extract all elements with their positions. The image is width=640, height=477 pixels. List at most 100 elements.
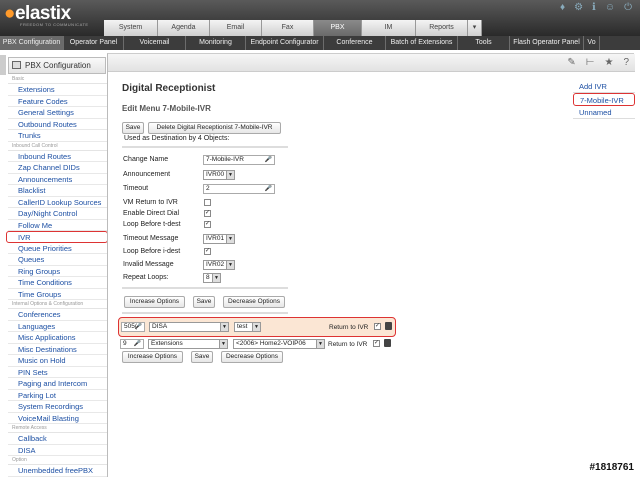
sidebar-item-unembedded-freepbx[interactable]: Unembedded freePBX [8, 465, 108, 477]
decrease-options-button-bottom[interactable]: Decrease Options [221, 351, 283, 363]
sidebar-item-paging-intercom[interactable]: Paging and Intercom [8, 378, 108, 390]
sidebar-item-outbound-routes[interactable]: Outbound Routes [8, 119, 108, 130]
delete-ivr-button[interactable]: Delete Digital Receptionist 7-Mobile-IVR [148, 122, 281, 134]
divider [122, 287, 288, 289]
vm-return-checkbox[interactable] [204, 199, 211, 206]
logo-text: elastix [14, 3, 71, 24]
direct-dial-checkbox[interactable]: ✓ [204, 210, 211, 217]
subnav-pbx-configuration[interactable]: PBX Configuration [0, 36, 64, 50]
sidebar-item-extensions[interactable]: Extensions [8, 84, 108, 96]
subnav-voip[interactable]: Vo [584, 36, 600, 50]
tab-reports[interactable]: Reports [416, 20, 468, 36]
sidebar-item-feature-codes[interactable]: Feature Codes [8, 96, 108, 107]
timeout-message-label: Timeout Message [123, 235, 179, 242]
sidebar-item-ivr[interactable]: IVR [6, 231, 108, 243]
sidebar-item-follow-me[interactable]: Follow Me [8, 220, 108, 231]
used-by-text: Used as Destination by 4 Objects: [124, 135, 230, 142]
sidebar-item-general-settings[interactable]: General Settings [8, 107, 108, 119]
save-options-button-bottom[interactable]: Save [191, 351, 213, 363]
subnav-monitoring[interactable]: Monitoring [186, 36, 246, 50]
sidebar-item-trunks[interactable]: Trunks [8, 130, 108, 142]
subnav-flash-operator-panel[interactable]: Flash Operator Panel [510, 36, 584, 50]
drop-icon[interactable]: ♦ [560, 2, 565, 13]
star-icon[interactable]: ★ [604, 57, 613, 68]
add-ivr-link[interactable]: Add IVR [573, 80, 635, 93]
ivr-item-unnamed[interactable]: Unnamed [573, 106, 635, 119]
sidebar-item-zap-channel-dids[interactable]: Zap Channel DIDs [8, 162, 108, 174]
dropdown-arrow-icon: ▼ [220, 323, 228, 331]
loop-t-dest-checkbox[interactable]: ✓ [204, 221, 211, 228]
entry-2-type-select[interactable]: Extensions ▼ [148, 339, 228, 349]
loop-i-dest-checkbox[interactable]: ✓ [204, 248, 211, 255]
subnav-operator-panel[interactable]: Operator Panel [64, 36, 124, 50]
chevron-down-icon[interactable]: ▾ [468, 20, 482, 36]
sidebar-item-inbound-routes[interactable]: Inbound Routes [8, 151, 108, 162]
divider [122, 312, 288, 314]
sidebar-item-callback[interactable]: Callback [8, 433, 108, 445]
sidebar-item-system-recordings[interactable]: System Recordings [8, 401, 108, 413]
sidebar-item-voicemail-blasting[interactable]: VoiceMail Blasting [8, 413, 108, 424]
entry-2-digits-input[interactable]: 9 🎤 [120, 339, 144, 349]
entry-1-dest-select[interactable]: test ▼ [234, 322, 261, 332]
sidebar-item-time-groups[interactable]: Time Groups [8, 289, 108, 300]
sidebar-category: Inbound Call Control [8, 142, 108, 151]
sidebar-item-misc-applications[interactable]: Misc Applications [8, 332, 108, 344]
save-button[interactable]: Save [122, 122, 144, 134]
entry-2-return-checkbox[interactable]: ✓ [373, 340, 380, 347]
tab-im[interactable]: IM [362, 20, 416, 36]
sidebar-item-day-night-control[interactable]: Day/Night Control [8, 208, 108, 220]
invalid-message-select[interactable]: IVR02 ▼ [203, 260, 235, 270]
change-name-input[interactable]: 7-Mobile-IVR 🎤 [203, 155, 275, 165]
sidebar-item-languages[interactable]: Languages [8, 321, 108, 332]
sidebar-item-callerid-lookup[interactable]: CallerID Lookup Sources [8, 197, 108, 208]
sidebar-item-blacklist[interactable]: Blacklist [8, 185, 108, 197]
gear-icon[interactable]: ⚙ [574, 2, 583, 13]
announcement-select[interactable]: IVR00 ▼ [203, 170, 235, 180]
sidebar-item-conferences[interactable]: Conferences [8, 309, 108, 321]
info-icon[interactable]: ℹ [592, 2, 596, 13]
tab-fax[interactable]: Fax [262, 20, 314, 36]
edit-icon[interactable]: ✎ [567, 57, 575, 68]
save-options-button-top[interactable]: Save [193, 296, 215, 308]
tab-pbx[interactable]: PBX [314, 20, 362, 36]
timeout-message-select[interactable]: IVR01 ▼ [203, 234, 235, 244]
tab-system[interactable]: System [104, 20, 158, 36]
increase-options-button-top[interactable]: Increase Options [124, 296, 185, 308]
dropdown-arrow-icon: ▼ [226, 235, 234, 243]
subnav-endpoint-configurator[interactable]: Endpoint Configurator [246, 36, 324, 50]
subnav-voicemail[interactable]: Voicemail [124, 36, 186, 50]
ivr-item-7-mobile-ivr[interactable]: 7-Mobile-IVR [573, 93, 635, 106]
subnav-conference[interactable]: Conference [324, 36, 386, 50]
logout-icon[interactable]: ⏻ [624, 2, 632, 13]
subnav-tools[interactable]: Tools [458, 36, 510, 50]
increase-options-button-bottom[interactable]: Increase Options [122, 351, 183, 363]
help-icon[interactable]: ? [623, 57, 629, 68]
repeat-loops-select[interactable]: 8 ▼ [203, 273, 221, 283]
sidebar-item-music-on-hold[interactable]: Music on Hold [8, 355, 108, 367]
entry-1-type-select[interactable]: DISA ▼ [149, 322, 229, 332]
entry-2-dest-select[interactable]: <2006> Home2-VOIP06 ▼ [233, 339, 325, 349]
sidebar-item-queue-priorities[interactable]: Queue Priorities [8, 243, 108, 254]
entry-1-digits-input[interactable]: 505(🎤 [121, 322, 145, 332]
sidebar-item-disa[interactable]: DISA [8, 445, 108, 456]
sidebar-toggle[interactable] [0, 55, 6, 75]
user-icon[interactable]: ☺ [605, 2, 615, 13]
sidebar-item-ring-groups[interactable]: Ring Groups [8, 266, 108, 277]
decrease-options-button-top[interactable]: Decrease Options [223, 296, 285, 308]
tab-agenda[interactable]: Agenda [158, 20, 210, 36]
sidebar-item-time-conditions[interactable]: Time Conditions [8, 277, 108, 289]
announcement-label: Announcement [123, 171, 171, 178]
entry-2-trash-icon[interactable] [384, 339, 391, 347]
sidebar-item-pin-sets[interactable]: PIN Sets [8, 367, 108, 378]
timeout-input[interactable]: 2 🎤 [203, 184, 275, 194]
history-icon[interactable]: ⊢ [586, 57, 595, 68]
tab-email[interactable]: Email [210, 20, 262, 36]
entry-1-trash-icon[interactable] [385, 322, 392, 330]
subnav-batch-of-extensions[interactable]: Batch of Extensions [386, 36, 458, 50]
sidebar-item-parking-lot[interactable]: Parking Lot [8, 390, 108, 401]
logo-tagline: FREEDOM TO COMMUNICATE [20, 22, 89, 27]
entry-1-return-checkbox[interactable]: ✓ [374, 323, 381, 330]
sidebar-item-queues[interactable]: Queues [8, 254, 108, 266]
sidebar-item-misc-destinations[interactable]: Misc Destinations [8, 344, 108, 355]
sidebar-item-announcements[interactable]: Announcements [8, 174, 108, 185]
